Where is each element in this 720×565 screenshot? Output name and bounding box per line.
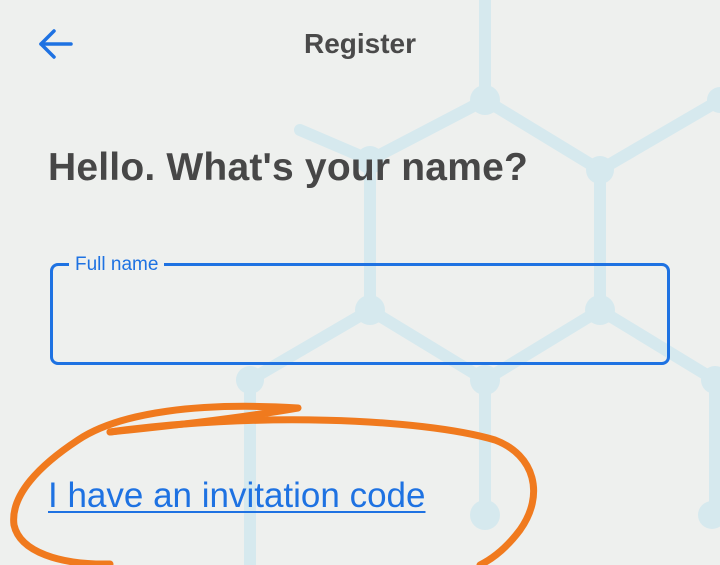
name-prompt-heading: Hello. What's your name?	[48, 146, 528, 189]
full-name-input[interactable]	[73, 294, 652, 336]
page-title: Register	[303, 28, 417, 59]
full-name-field[interactable]: Full name	[50, 254, 670, 365]
invitation-code-link[interactable]: I have an invitation code	[48, 476, 425, 516]
full-name-label: Full name	[69, 254, 165, 276]
app-header: Register	[0, 0, 720, 90]
